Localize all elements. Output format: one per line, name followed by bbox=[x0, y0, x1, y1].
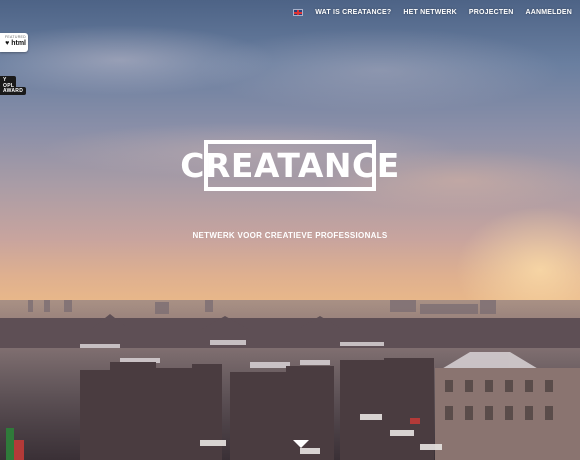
uk-flag-icon[interactable] bbox=[293, 8, 304, 16]
hero-background bbox=[0, 0, 580, 460]
top-navigation: WAT IS CREATANCE? HET NETWERK PROJECTEN … bbox=[293, 6, 572, 18]
nav-het-netwerk[interactable]: HET NETWERK bbox=[403, 9, 457, 16]
nav-aanmelden[interactable]: AANMELDEN bbox=[525, 9, 572, 16]
featured-html-label: ♥ html bbox=[5, 40, 26, 47]
nav-projecten[interactable]: PROJECTEN bbox=[469, 9, 514, 16]
award-tag-bottom[interactable]: AWARD bbox=[0, 87, 26, 95]
site-logo[interactable]: CREATANCE bbox=[180, 140, 399, 191]
down-triangle-icon[interactable] bbox=[293, 440, 309, 448]
logo-text: CREATANCE bbox=[180, 146, 400, 185]
city-skyline bbox=[0, 300, 580, 460]
featured-badge[interactable]: FEATURED ♥ html bbox=[0, 33, 28, 52]
hero-tagline: NETWERK VOOR CREATIEVE PROFESSIONALS bbox=[192, 231, 388, 240]
nav-wat-is-creatance[interactable]: WAT IS CREATANCE? bbox=[315, 9, 391, 16]
